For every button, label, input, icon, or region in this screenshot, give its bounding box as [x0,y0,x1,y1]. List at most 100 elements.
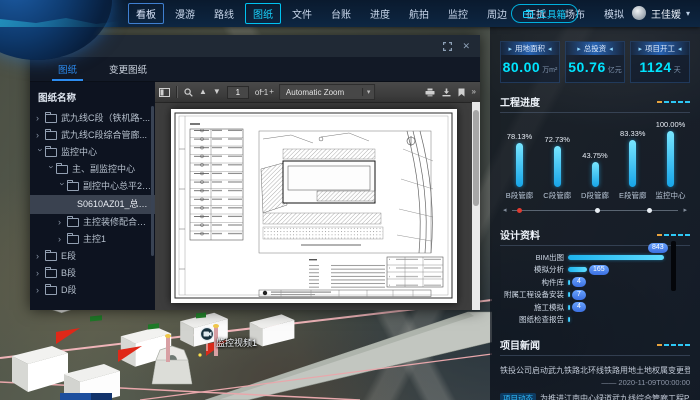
slider-dot[interactable] [595,208,600,213]
bar-value-label: 100.00% [656,120,686,129]
tree-item[interactable]: › B段 [30,265,155,282]
bookmark-icon[interactable] [458,88,465,97]
hbar-label: 模拟分析 [500,264,568,275]
more-tools-icon[interactable]: » [472,88,476,96]
page-down-icon[interactable]: ▼ [213,88,221,96]
tree-item[interactable]: › 监控中心 [30,144,155,161]
menu-item[interactable]: 文件 [284,3,320,24]
tree-item[interactable]: › E段 [30,248,155,265]
tree-item-label: E段 [61,248,76,265]
news-item[interactable]: 铁投公司启动武九铁路北环线铁路用地土地权属变更登记工作 —— 2020-11-0… [500,365,690,387]
drawing-tree: › 武九线C段（铁机路-... › 武九线C段综合管廊... › 监控中心 › … [30,110,155,299]
menu-item[interactable]: 周边 [479,3,515,24]
avatar [632,6,646,20]
tree-item[interactable]: › 主、副监控中心 [30,161,155,178]
tree-item[interactable]: › 主控装修配合平面... [30,214,155,231]
tree-item[interactable]: › S0610AZ01_总平... [30,195,155,214]
arrow-right-icon: ▸ [508,45,512,53]
tree-item[interactable]: › 主控1 [30,231,155,248]
close-icon[interactable]: ✕ [462,42,470,51]
panel-header: 图纸 ✕ [30,35,480,57]
bar-category-label: 监控中心 [656,190,686,201]
bar-value-label: 43.75% [582,151,607,160]
app-root: 监控视频1 看板漫游路线图纸文件台账进度航拍监控周边征拆场布模拟 工具箱 王佳媛… [0,0,700,400]
zoom-in-icon[interactable]: + [269,88,274,96]
bar [592,162,599,187]
toolbox-button[interactable]: 工具箱 [511,4,578,23]
slider-prev-icon[interactable]: ◂ [503,206,507,216]
user-menu[interactable]: 王佳媛 ▾ [632,4,690,22]
tree-item[interactable]: › 武九线C段（铁机路-... [30,110,155,127]
search-icon[interactable] [184,88,193,97]
pdf-viewer: ▲ ▼ of 1 − + Automatic Zoom ▾ [155,82,480,310]
briefcase-icon [523,9,533,18]
tree-scrollbar[interactable] [151,106,154,256]
menu-item[interactable]: 图纸 [245,3,281,24]
hbar-value-pill: 4 [572,302,586,312]
tab-drawings[interactable]: 图纸 [42,57,93,81]
download-icon[interactable] [442,88,451,97]
slider-handle[interactable] [517,208,522,213]
scroll-dashes [657,234,690,236]
stat-label: 总投资 [584,43,607,54]
stat-header: ▸ 用地面积 ◂ [501,42,559,55]
page-up-icon[interactable]: ▲ [199,88,207,96]
folder-icon [45,148,57,157]
stat-card: ▸ 用地面积 ◂ 80.00万m² [500,41,560,83]
news-badge: 项目动态 [500,393,536,400]
sidebar-toggle-icon[interactable] [159,88,170,97]
section-title: 设计资料 [500,227,540,242]
pdf-toolbar: ▲ ▼ of 1 − + Automatic Zoom ▾ [155,82,480,103]
stat-value-row: 80.00万m² [501,55,559,82]
tree-item-label: 副控中心总平2019... [83,178,155,195]
arrow-right-icon: ▸ [638,45,642,53]
drawing-page [171,109,457,303]
panel-scrollbar[interactable] [671,241,676,291]
toolbox-label: 工具箱 [537,7,566,21]
news-text: 项目动态为推进江南中心绿道武九线综合管廊工程PPP项目股权 [500,393,690,400]
fullscreen-icon[interactable] [443,42,452,51]
tree-item-label: 主控装修配合平面... [83,214,155,231]
zoom-out-icon[interactable]: − [260,88,265,96]
zoom-select[interactable]: Automatic Zoom ▾ [279,84,376,100]
menu-item[interactable]: 航拍 [401,3,437,24]
viewer-scrollbar[interactable] [472,102,480,310]
menu-item[interactable]: 模拟 [596,3,632,24]
news-item[interactable]: 项目动态为推进江南中心绿道武九线综合管廊工程PPP项目股权市城建局组织召开江南中… [500,393,690,400]
news-lines: 铁投公司启动武九铁路北环线铁路用地土地权属变更登记工作 [500,365,690,377]
menu-item[interactable]: 进度 [362,3,398,24]
menu-item[interactable]: 路线 [206,3,242,24]
arrow-left-icon: ◂ [609,45,613,53]
bar-column: 78.13% B段管廊 [501,119,538,201]
hbar-track: 4 [568,301,690,313]
stat-label: 项目开工 [645,43,675,54]
menu-item[interactable]: 漫游 [167,3,203,24]
tree-item[interactable]: › 副控中心总平2019... [30,178,155,195]
menu-item[interactable]: 台账 [323,3,359,24]
slider-next-icon[interactable]: ▸ [683,206,687,216]
slider-dot[interactable] [647,208,652,213]
menu-item[interactable]: 监控 [440,3,476,24]
chart-slider[interactable]: ◂ ▸ [503,206,687,216]
chevron-icon: › [36,265,44,282]
3d-scene [0,298,492,400]
design-data-section: 设计资料 BIM出图 843 模拟分析 165 构件库 4 附属工程设备安装 7… [500,227,690,326]
chevron-icon: › [58,214,66,231]
hbar-label: BIM出图 [500,252,568,263]
hbar-label: 图纸检查报告 [500,314,568,325]
hbar-row: 构件库 4 [500,276,690,289]
hbar-track [568,314,690,326]
bar-column: 43.75% D段管廊 [577,119,614,201]
arrow-left-icon: ◂ [678,45,682,53]
menu-item[interactable]: 看板 [128,3,164,24]
tab-changed-drawings[interactable]: 变更图纸 [93,57,163,81]
tree-item[interactable]: › D段 [30,282,155,299]
print-icon[interactable] [425,88,435,97]
stat-value: 1124 [639,59,671,75]
bar-column: 100.00% 监控中心 [652,119,689,201]
tree-item-label: 主控1 [83,231,106,248]
stat-card: ▸ 项目开工 ◂ 1124天 [630,41,690,83]
tree-item[interactable]: › 武九线C段综合管廊... [30,127,155,144]
folder-icon [67,218,79,227]
page-number-input[interactable] [227,86,249,99]
